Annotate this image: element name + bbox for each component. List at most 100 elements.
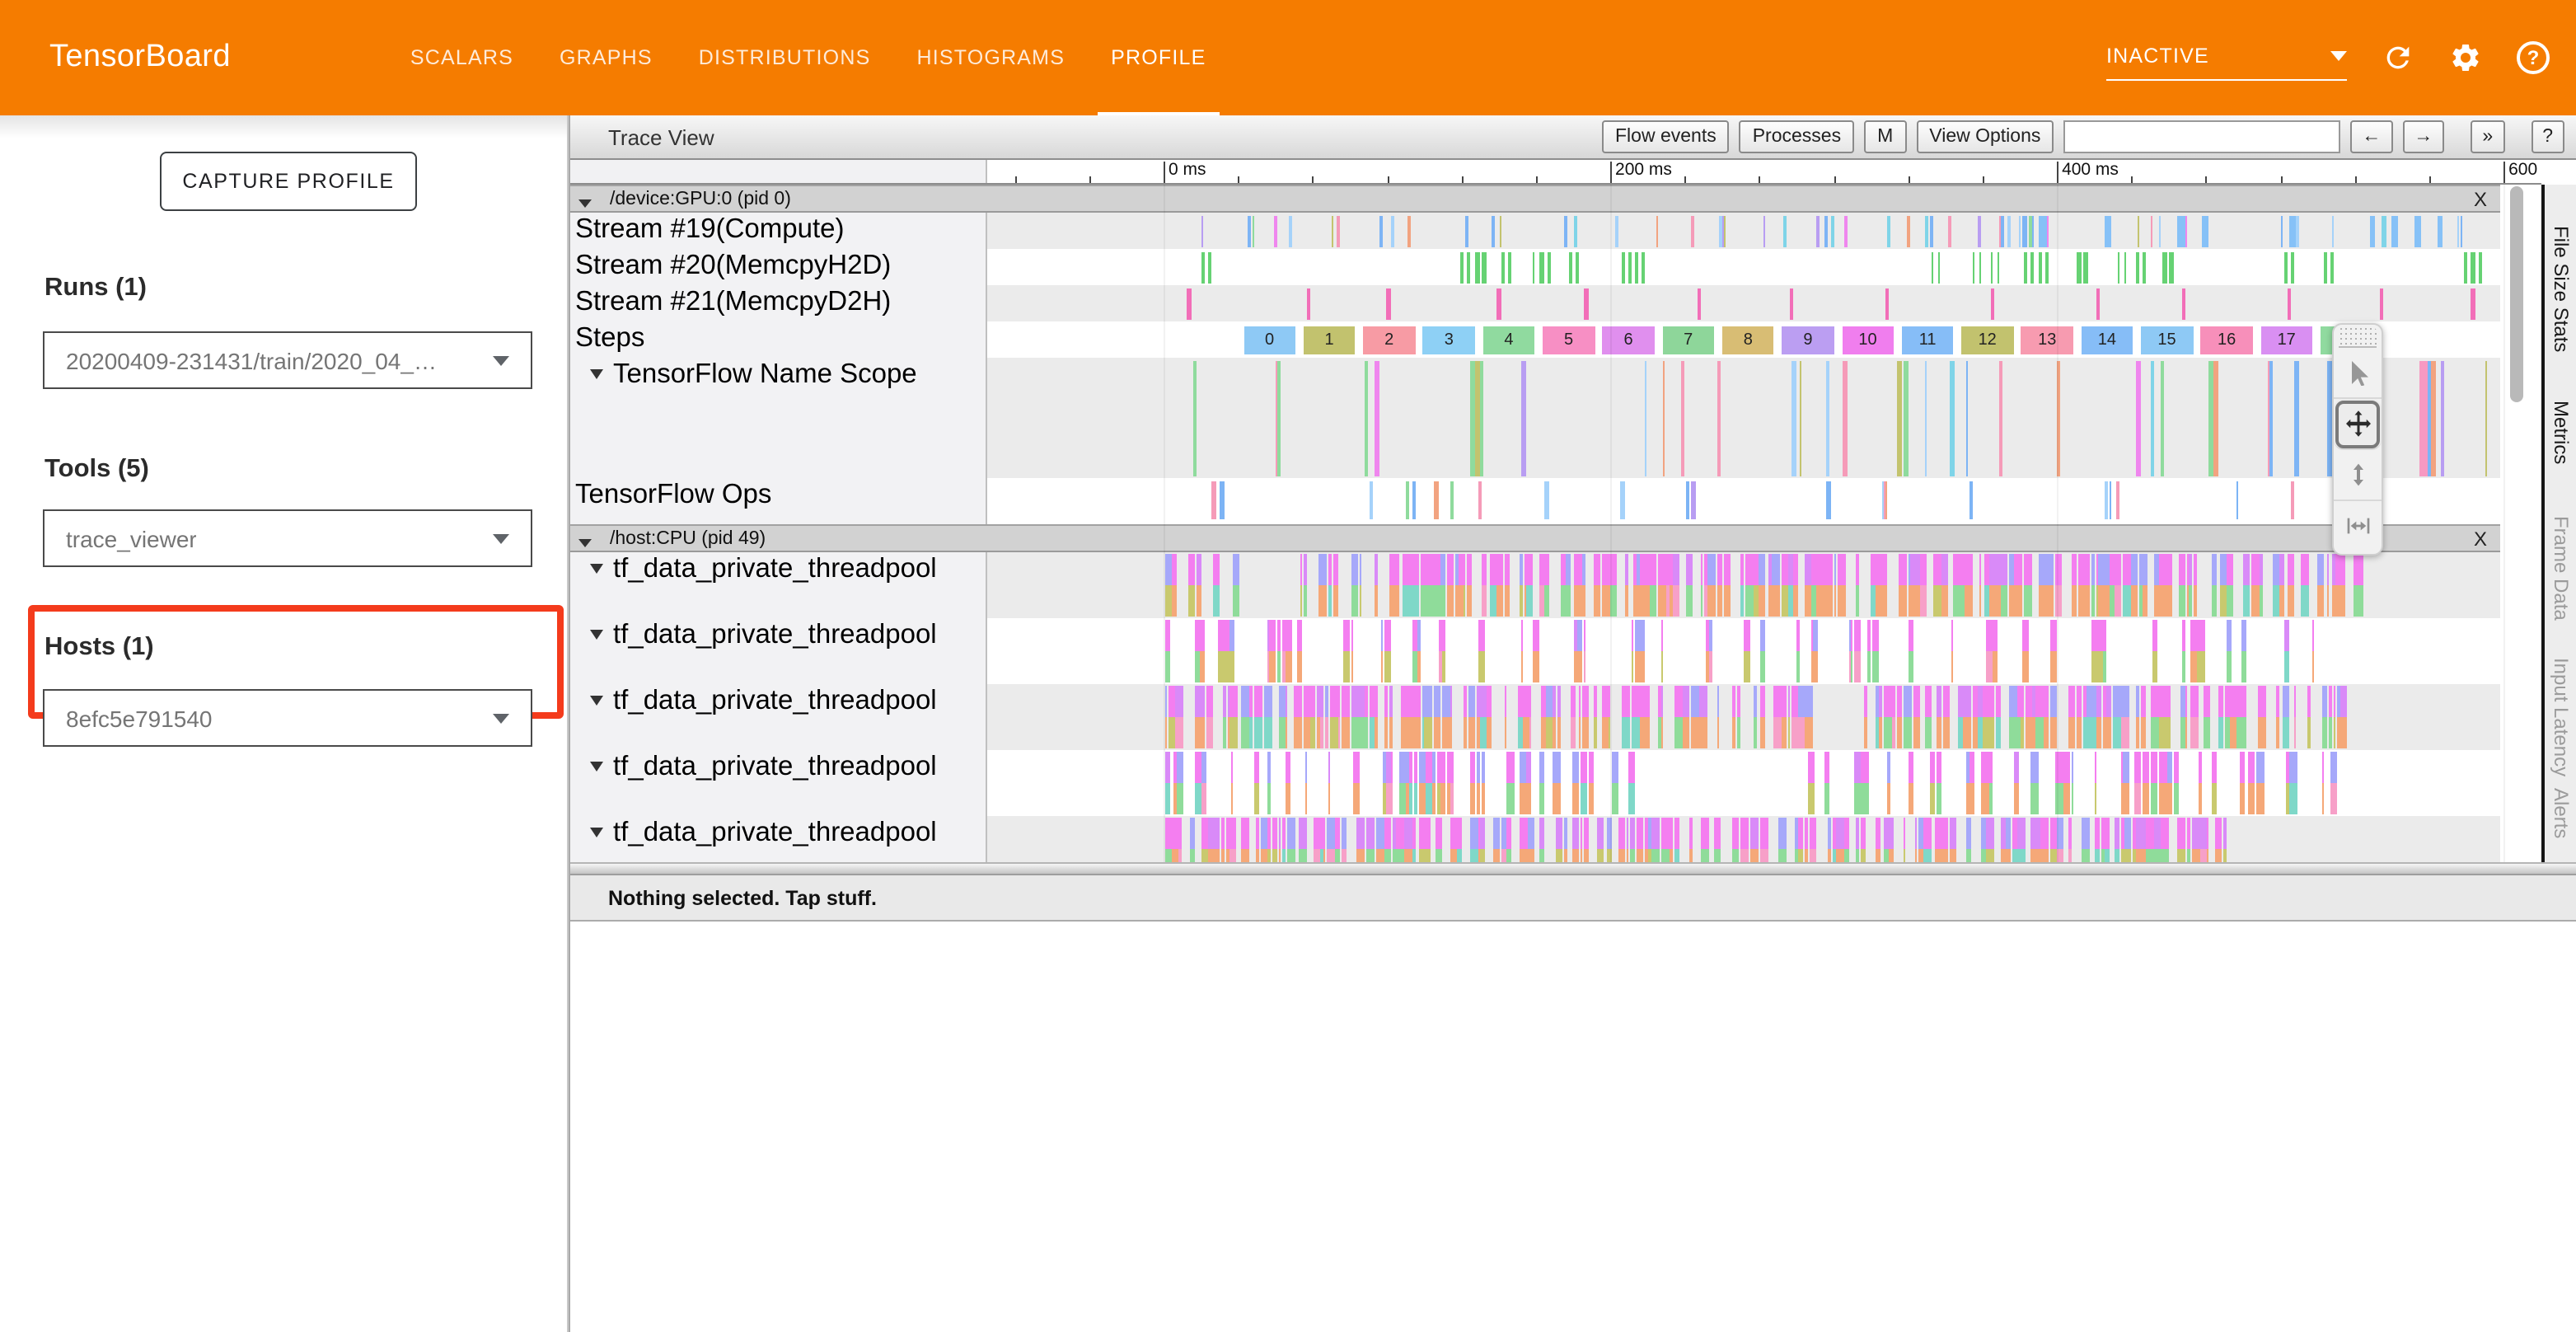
trace-event[interactable]: [2186, 818, 2190, 849]
trace-event[interactable]: [2136, 717, 2139, 748]
trace-event[interactable]: [1606, 818, 1611, 849]
trace-event[interactable]: [2137, 215, 2139, 246]
trace-event[interactable]: [1881, 554, 1888, 585]
trace-event[interactable]: [1338, 686, 1340, 717]
trace-event[interactable]: [1796, 849, 1797, 862]
trace-event[interactable]: [1732, 686, 1735, 717]
collapse-triangle-icon[interactable]: [590, 828, 603, 837]
trace-event[interactable]: [1252, 215, 1253, 246]
trace-event[interactable]: [1879, 717, 1883, 748]
trace-event[interactable]: [1306, 752, 1308, 783]
trace-event[interactable]: [1221, 818, 1225, 849]
trace-event[interactable]: [1987, 849, 1994, 862]
trace-event[interactable]: [1938, 818, 1942, 849]
panel-divider[interactable]: [570, 862, 2576, 875]
trace-event[interactable]: [2014, 783, 2018, 814]
trace-event[interactable]: [1404, 818, 1412, 849]
trace-event[interactable]: [1708, 554, 1717, 585]
trace-event[interactable]: [1476, 783, 1480, 814]
trace-event[interactable]: [1797, 620, 1800, 651]
trace-event[interactable]: [1520, 752, 1526, 783]
trace-event[interactable]: [2479, 251, 2481, 283]
trace-event[interactable]: [1175, 686, 1184, 717]
trace-event[interactable]: [1380, 620, 1383, 651]
step-chip[interactable]: 2: [1363, 326, 1415, 354]
trace-event[interactable]: [1817, 215, 1820, 246]
trace-event[interactable]: [1275, 360, 1277, 476]
trace-event[interactable]: [1385, 818, 1392, 849]
trace-event[interactable]: [1641, 717, 1650, 748]
trace-event[interactable]: [1267, 818, 1271, 849]
trace-event[interactable]: [1871, 585, 1876, 617]
trace-event[interactable]: [1965, 752, 1969, 783]
trace-event[interactable]: [1335, 818, 1340, 849]
trace-event[interactable]: [2152, 686, 2154, 717]
trace-event[interactable]: [1810, 620, 1812, 651]
trace-event[interactable]: [1943, 849, 1948, 862]
trace-event[interactable]: [1173, 849, 1178, 862]
trace-event[interactable]: [1476, 251, 1479, 283]
trace-event[interactable]: [1920, 585, 1926, 617]
trace-event[interactable]: [1702, 849, 1710, 862]
trace-event[interactable]: [1979, 554, 1981, 585]
step-chip[interactable]: 7: [1662, 326, 1714, 354]
trace-event[interactable]: [1936, 783, 1941, 814]
trace-lane[interactable]: [986, 552, 2500, 618]
trace-event[interactable]: [1663, 360, 1665, 476]
trace-event[interactable]: [2155, 717, 2159, 748]
trace-event[interactable]: [2260, 554, 2264, 585]
trace-event[interactable]: [1951, 620, 1953, 651]
trace-event[interactable]: [1360, 686, 1364, 717]
trace-event[interactable]: [1574, 651, 1576, 682]
trace-event[interactable]: [2019, 215, 2021, 246]
trace-event[interactable]: [1805, 686, 1813, 717]
trace-event[interactable]: [1666, 554, 1670, 585]
trace-event[interactable]: [1254, 717, 1262, 748]
trace-event[interactable]: [2124, 849, 2131, 862]
trace-event[interactable]: [2180, 717, 2185, 748]
trace-event[interactable]: [2117, 251, 2120, 283]
trace-event[interactable]: [1579, 717, 1581, 748]
trace-event[interactable]: [1326, 818, 1334, 849]
toolbar-help-button[interactable]: ?: [2531, 120, 2564, 153]
trace-event[interactable]: [1612, 752, 1618, 783]
trace-event[interactable]: [1351, 651, 1352, 682]
trace-event[interactable]: [2025, 251, 2027, 283]
trace-event[interactable]: [1798, 717, 1804, 748]
trace-event[interactable]: [2186, 554, 2188, 585]
trace-event[interactable]: [1328, 783, 1330, 814]
trace-event[interactable]: [1440, 554, 1446, 585]
trace-event[interactable]: [1375, 360, 1379, 476]
trace-event[interactable]: [1450, 783, 1454, 814]
trace-event[interactable]: [1623, 717, 1631, 748]
trace-event[interactable]: [2134, 783, 2141, 814]
trace-event[interactable]: [2104, 554, 2110, 585]
trace-event[interactable]: [1230, 651, 1235, 682]
trace-event[interactable]: [1641, 585, 1650, 617]
trace-event[interactable]: [1798, 818, 1804, 849]
trace-event[interactable]: [1351, 686, 1360, 717]
trace-event[interactable]: [1465, 215, 1468, 246]
trace-event[interactable]: [2154, 554, 2159, 585]
trace-event[interactable]: [1987, 818, 1994, 849]
trace-event[interactable]: [1773, 554, 1780, 585]
trace-event[interactable]: [1220, 481, 1225, 518]
trace-event[interactable]: [1477, 686, 1480, 717]
trace-event[interactable]: [1601, 554, 1604, 585]
trace-event[interactable]: [1547, 686, 1553, 717]
trace-event[interactable]: [1164, 554, 1171, 585]
trace-event[interactable]: [1623, 251, 1626, 283]
trace-event[interactable]: [2227, 585, 2234, 617]
trace-event[interactable]: [1403, 585, 1411, 617]
trace-event[interactable]: [2163, 251, 2166, 283]
trace-event[interactable]: [1392, 849, 1395, 862]
trace-event[interactable]: [2115, 849, 2120, 862]
trace-event[interactable]: [1719, 215, 1722, 246]
trace-event[interactable]: [1660, 620, 1663, 651]
trace-event[interactable]: [2328, 585, 2330, 617]
trace-event[interactable]: [1230, 849, 1236, 862]
trace-event[interactable]: [2340, 717, 2346, 748]
trace-event[interactable]: [1577, 651, 1583, 682]
trace-event[interactable]: [2046, 585, 2054, 617]
trace-event[interactable]: [2040, 849, 2049, 862]
